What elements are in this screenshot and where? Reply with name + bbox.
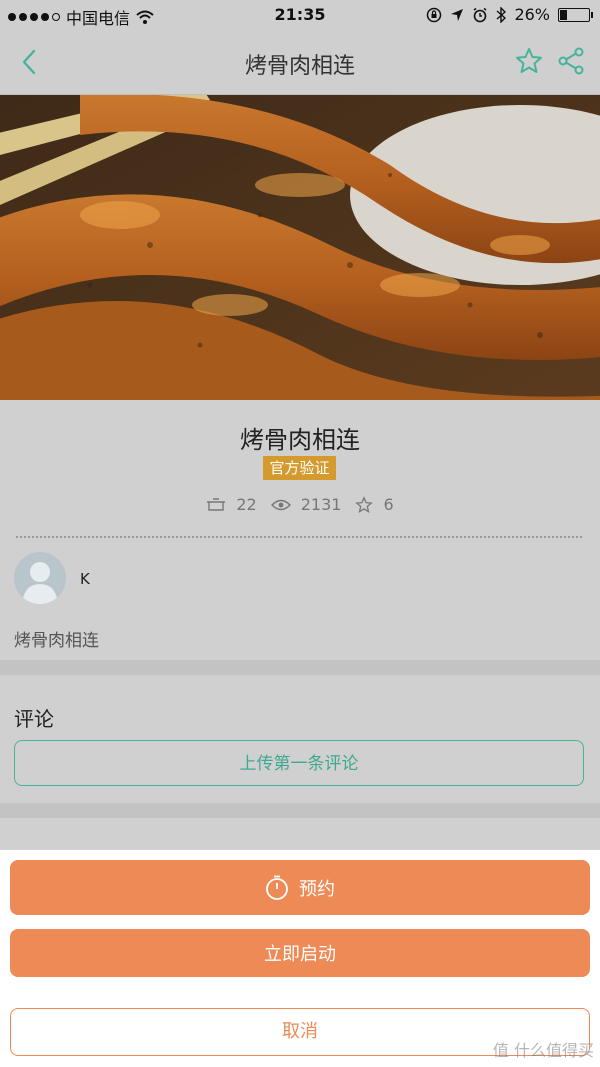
favorite-count: 6 — [355, 495, 394, 514]
bluetooth-icon — [496, 6, 507, 23]
author-name[interactable]: K — [80, 570, 90, 588]
cooked-count: 22 — [206, 495, 257, 514]
recipe-title: 烤骨肉相连 — [240, 426, 360, 454]
share-icon[interactable] — [556, 46, 586, 76]
alarm-icon — [473, 7, 487, 22]
navigation-bar: 烤骨肉相连 — [0, 30, 600, 95]
cooked-count-value: 22 — [236, 495, 257, 514]
section-separator — [0, 660, 600, 675]
star-outline-icon — [355, 495, 374, 513]
recipe-description: 烤骨肉相连 — [14, 631, 99, 651]
star-icon[interactable] — [514, 46, 544, 76]
recipe-photo — [0, 95, 600, 400]
battery-percent: 26% — [514, 5, 550, 24]
comments-section: 评论 上传第一条评论 — [0, 675, 600, 803]
verified-badge: 官方验证 — [263, 456, 336, 480]
recipe-info: 烤骨肉相连 官方验证 22 2131 6 K 烤骨肉相连 — [0, 400, 600, 660]
schedule-label: 预约 — [299, 878, 335, 900]
dotted-divider — [16, 536, 582, 538]
favorite-count-value: 6 — [383, 495, 394, 514]
timer-icon — [266, 875, 288, 900]
watermark-text: 值 什么值得买 — [492, 1041, 594, 1060]
start-now-button[interactable]: 立即启动 — [10, 929, 590, 977]
schedule-button[interactable]: 预约 — [10, 860, 590, 915]
view-count: 2131 — [270, 495, 342, 514]
upload-comment-button[interactable]: 上传第一条评论 — [14, 740, 584, 786]
watermark: 值 什么值得买 — [493, 1037, 594, 1061]
location-icon — [451, 8, 464, 21]
eye-icon — [270, 499, 291, 510]
view-count-value: 2131 — [300, 495, 342, 514]
section-separator — [0, 803, 600, 818]
start-now-label: 立即启动 — [264, 944, 336, 965]
action-sheet: 预约 立即启动 取消 值 什么值得买 — [0, 850, 600, 1067]
battery-icon — [558, 7, 593, 22]
pot-icon — [207, 497, 226, 511]
avatar[interactable] — [14, 552, 66, 604]
page-title: 烤骨肉相连 — [244, 54, 355, 79]
status-right: 26% — [426, 5, 593, 24]
recipe-stats: 22 2131 6 — [0, 495, 600, 514]
status-bar: 中国电信 21:35 26% — [0, 0, 600, 30]
rotation-lock-icon — [427, 7, 442, 22]
comments-heading: 评论 — [14, 707, 54, 731]
